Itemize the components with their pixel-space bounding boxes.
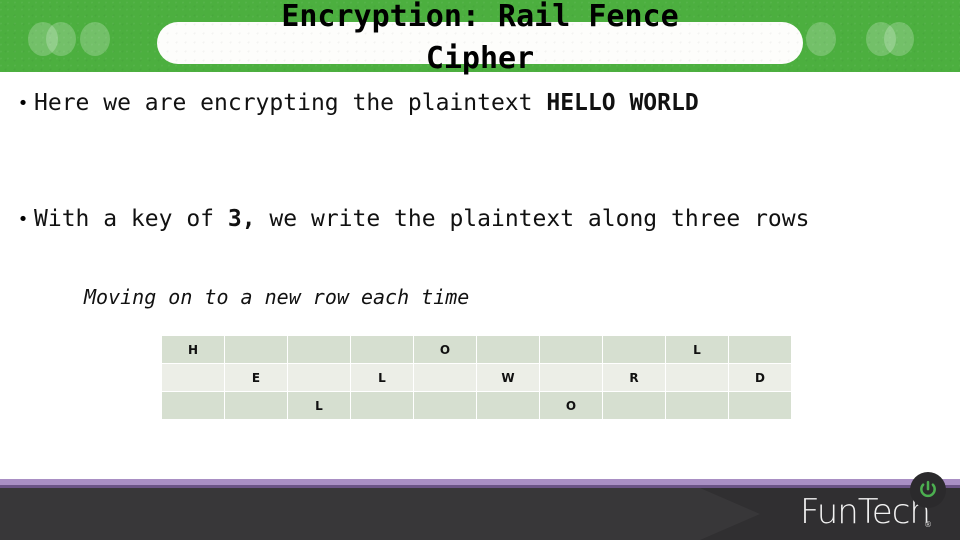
bullet-2-pre: With a key of (34, 206, 228, 232)
header-decoration-circle (46, 22, 76, 56)
bullet-2-strong: 3, (227, 206, 256, 232)
rail-fence-cell: W (477, 364, 539, 391)
rail-fence-cell: O (540, 392, 602, 419)
rail-fence-cell (603, 336, 665, 363)
header-decoration-circle (806, 22, 836, 56)
bullet-dot-icon: • (17, 209, 29, 230)
rail-fence-cell (288, 336, 350, 363)
rail-fence-cell: L (288, 392, 350, 419)
sub-note-text: Moving on to a new row each time (84, 285, 470, 309)
header-decoration-circle (884, 22, 914, 56)
rail-fence-cell (351, 336, 413, 363)
bullet-1-strong: HELLO WORLD (546, 90, 699, 116)
rail-fence-cell (477, 392, 539, 419)
bullet-item-1-text: Here we are encrypting the plaintext HEL… (34, 86, 699, 121)
rail-fence-row: LO (162, 392, 791, 419)
rail-fence-row: HOL (162, 336, 791, 363)
page-title-line-1: Encryption: Rail Fence (281, 0, 679, 34)
bullet-dot-icon: • (17, 93, 29, 114)
rail-fence-cell (414, 392, 476, 419)
rail-fence-cell: H (162, 336, 224, 363)
rail-fence-grid: HOLELWRDLO (161, 335, 792, 420)
rail-fence-cell: O (414, 336, 476, 363)
rail-fence-cell: L (666, 336, 728, 363)
brand-logo-text: FunTech (800, 492, 931, 532)
bullet-1-pre: Here we are encrypting the plaintext (34, 90, 547, 116)
rail-fence-cell (288, 364, 350, 391)
bullet-item-2: • With a key of 3, we write the plaintex… (12, 202, 942, 238)
rail-fence-cell (603, 392, 665, 419)
slide-content: • Here we are encrypting the plaintext H… (0, 72, 960, 472)
rail-fence-grid-body: HOLELWRDLO (162, 336, 791, 419)
rail-fence-cell (729, 336, 791, 363)
rail-fence-row: ELWRD (162, 364, 791, 391)
rail-fence-cell (225, 392, 287, 419)
rail-fence-cell (162, 392, 224, 419)
rail-fence-cell (351, 392, 413, 419)
footer-chevron-shape (0, 488, 760, 540)
bullet-item-1: • Here we are encrypting the plaintext H… (12, 86, 942, 122)
page-title-line-2: Cipher (425, 41, 535, 76)
rail-fence-cell: R (603, 364, 665, 391)
power-icon (920, 480, 936, 498)
page-title: Encryption: Rail Fence Cipher (157, 0, 803, 80)
rail-fence-cell (666, 364, 728, 391)
rail-fence-cell (414, 364, 476, 391)
rail-fence-cell (666, 392, 728, 419)
bullet-item-2-text: With a key of 3, we write the plaintext … (34, 202, 809, 237)
registered-trademark-mark: ® (924, 520, 932, 529)
rail-fence-cell: E (225, 364, 287, 391)
rail-fence-cell (540, 336, 602, 363)
rail-fence-cell (162, 364, 224, 391)
rail-fence-cell (540, 364, 602, 391)
rail-fence-cell (729, 392, 791, 419)
rail-fence-cell: L (351, 364, 413, 391)
rail-fence-cell: D (729, 364, 791, 391)
header-decoration-circle (80, 22, 110, 56)
rail-fence-cell (477, 336, 539, 363)
rail-fence-cell (225, 336, 287, 363)
bullet-2-post: we write the plaintext along three rows (255, 206, 810, 232)
